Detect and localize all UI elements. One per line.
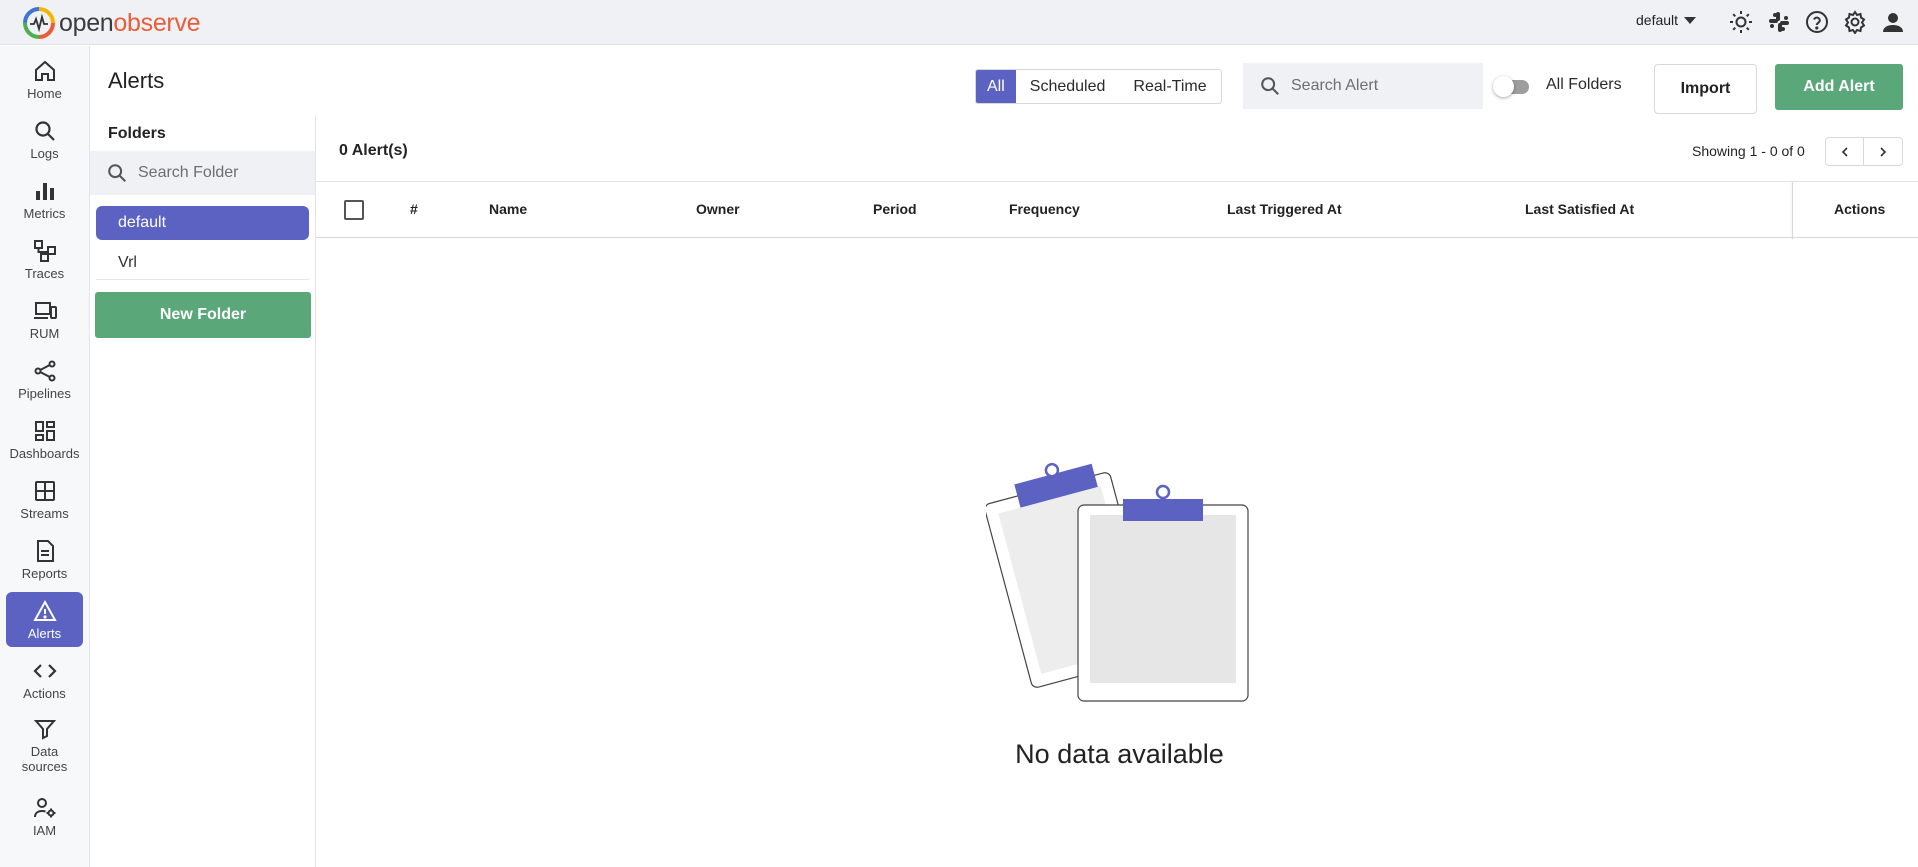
help-icon[interactable] bbox=[1804, 9, 1830, 35]
org-selector[interactable]: default bbox=[1636, 12, 1697, 28]
sidebar-item-streams[interactable]: Streams bbox=[6, 472, 83, 527]
page-title: Alerts bbox=[108, 68, 165, 93]
sidebar-item-metrics[interactable]: Metrics bbox=[6, 172, 83, 227]
empty-state: No data available bbox=[316, 238, 1918, 867]
dashboard-icon bbox=[34, 420, 55, 441]
user-icon[interactable] bbox=[1880, 9, 1906, 35]
table-header: # Name Owner Period Frequency Last Trigg… bbox=[316, 181, 1918, 239]
traces-icon bbox=[33, 239, 56, 262]
folders-heading: Folders bbox=[108, 125, 166, 142]
all-folders-toggle[interactable] bbox=[1493, 76, 1531, 97]
sidebar-item-actions[interactable]: Actions bbox=[6, 652, 83, 707]
alert-type-filter: All Scheduled Real-Time bbox=[975, 69, 1222, 104]
share-icon bbox=[34, 360, 55, 381]
document-icon bbox=[36, 539, 54, 562]
filter-scheduled[interactable]: Scheduled bbox=[1016, 70, 1120, 103]
folders-panel: Folders default Vrl New Folder bbox=[90, 115, 316, 867]
filter-real-time[interactable]: Real-Time bbox=[1119, 70, 1220, 103]
settings-icon[interactable] bbox=[1842, 9, 1868, 35]
chevron-left-icon bbox=[1841, 146, 1848, 157]
new-folder-button[interactable]: New Folder bbox=[95, 292, 311, 338]
column-header-last-satisfied[interactable]: Last Satisfied At bbox=[1525, 201, 1634, 217]
sidebar-item-home[interactable]: Home bbox=[6, 52, 83, 107]
next-page-button[interactable] bbox=[1864, 137, 1903, 166]
sidebar-item-logs[interactable]: Logs bbox=[6, 112, 83, 167]
pagination bbox=[1825, 137, 1903, 166]
sidebar-item-alerts[interactable]: Alerts bbox=[6, 592, 83, 647]
theme-toggle-icon[interactable] bbox=[1728, 9, 1754, 35]
sidebar-item-traces[interactable]: Traces bbox=[6, 232, 83, 287]
sidebar-item-rum[interactable]: RUM bbox=[6, 292, 83, 347]
code-icon bbox=[32, 663, 57, 678]
clipboard-illustration-icon bbox=[986, 462, 1249, 702]
warning-icon bbox=[32, 599, 57, 621]
logo-icon bbox=[23, 7, 55, 39]
filter-all[interactable]: All bbox=[976, 70, 1016, 103]
add-alert-button[interactable]: Add Alert bbox=[1775, 64, 1903, 110]
sidebar-item-data-sources[interactable]: Data sources bbox=[6, 712, 83, 779]
search-icon bbox=[34, 120, 55, 141]
column-header-name[interactable]: Name bbox=[489, 201, 527, 217]
home-icon bbox=[34, 60, 55, 81]
filter-icon bbox=[33, 720, 56, 740]
folder-item-default[interactable]: default bbox=[96, 206, 309, 240]
sidebar-item-reports[interactable]: Reports bbox=[6, 532, 83, 587]
empty-state-text: No data available bbox=[1015, 739, 1224, 769]
column-header-index[interactable]: # bbox=[410, 201, 418, 217]
folder-search bbox=[90, 151, 315, 195]
column-header-owner[interactable]: Owner bbox=[696, 201, 740, 217]
alert-count: 0 Alert(s) bbox=[339, 142, 408, 159]
column-header-actions: Actions bbox=[1834, 201, 1886, 217]
brand-name: openobserve bbox=[59, 8, 201, 37]
grid-icon bbox=[34, 480, 55, 501]
search-icon bbox=[108, 164, 126, 182]
import-button[interactable]: Import bbox=[1654, 64, 1757, 114]
brand-logo[interactable]: openobserve bbox=[22, 5, 201, 41]
pagination-summary: Showing 1 - 0 of 0 bbox=[1692, 143, 1805, 159]
folder-item-label: Vrl bbox=[118, 253, 137, 271]
search-icon bbox=[1261, 77, 1279, 95]
slack-icon[interactable] bbox=[1766, 9, 1792, 35]
bar-chart-icon bbox=[35, 182, 54, 200]
select-all-checkbox[interactable] bbox=[344, 200, 364, 220]
folder-item-vrl[interactable]: Vrl bbox=[96, 246, 309, 280]
devices-icon bbox=[33, 301, 57, 319]
chevron-down-icon bbox=[1684, 16, 1697, 24]
column-header-last-triggered[interactable]: Last Triggered At bbox=[1227, 201, 1342, 217]
alert-search-input[interactable] bbox=[1291, 77, 1471, 95]
sticky-column-divider bbox=[1792, 182, 1793, 239]
sidebar-item-iam[interactable]: IAM bbox=[6, 789, 83, 844]
sidebar-item-pipelines[interactable]: Pipelines bbox=[6, 352, 83, 407]
chevron-right-icon bbox=[1880, 146, 1887, 157]
manage-accounts-icon bbox=[33, 797, 55, 817]
column-header-period[interactable]: Period bbox=[873, 201, 917, 217]
folder-item-label: default bbox=[118, 214, 167, 231]
top-bar: openobserve default bbox=[0, 0, 1918, 45]
folder-search-input[interactable] bbox=[138, 164, 298, 182]
org-name: default bbox=[1636, 12, 1679, 28]
column-header-frequency[interactable]: Frequency bbox=[1009, 201, 1080, 217]
sidebar: Home Logs Metrics Traces RUM Pipelines D… bbox=[0, 46, 90, 867]
all-folders-label: All Folders bbox=[1546, 76, 1622, 93]
prev-page-button[interactable] bbox=[1825, 137, 1864, 166]
toggle-knob bbox=[1493, 76, 1514, 97]
sidebar-item-dashboards[interactable]: Dashboards bbox=[6, 412, 83, 467]
alert-search bbox=[1243, 63, 1483, 109]
